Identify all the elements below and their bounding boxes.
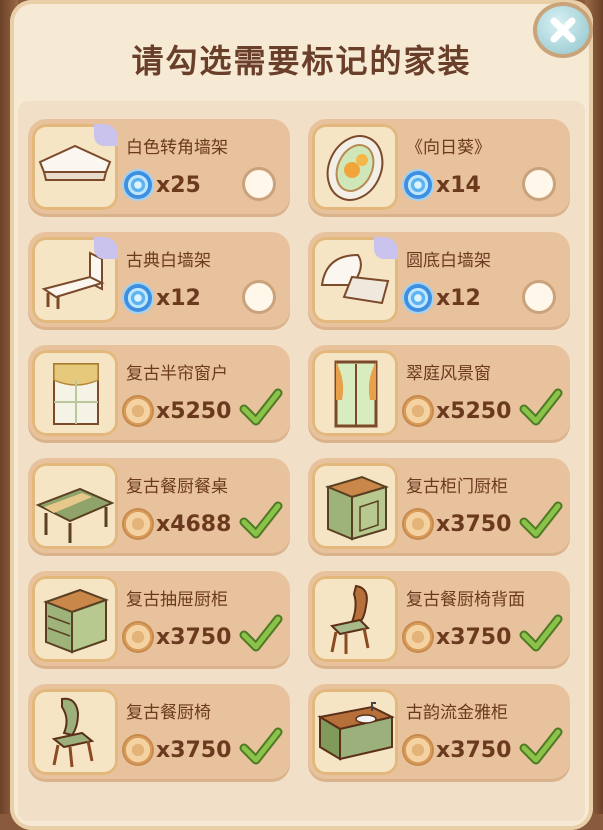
- item-card-7[interactable]: 复古柜门厨柜 x3750: [308, 458, 570, 556]
- item-name: 复古餐厨餐桌: [126, 477, 228, 497]
- dining-table-icon: [32, 463, 118, 549]
- item-price: x12: [156, 285, 201, 311]
- chair-back-icon: [312, 576, 398, 662]
- door-cabinet-icon: [312, 463, 398, 549]
- item-name: 复古柜门厨柜: [406, 477, 508, 497]
- price-row: x4688: [124, 508, 231, 540]
- checkmark-icon[interactable]: [238, 724, 284, 768]
- item-name: 古典白墙架: [126, 251, 211, 271]
- item-price: x5250: [156, 398, 232, 424]
- classic-shelf-icon: [32, 237, 118, 323]
- item-name: 复古餐厨椅背面: [406, 590, 525, 610]
- dialog-title: 请勾选需要标记的家装: [131, 42, 472, 80]
- price-row: x12: [124, 282, 201, 314]
- item-card-9[interactable]: 复古餐厨椅背面 x3750: [308, 571, 570, 669]
- blue-swirl-icon: [124, 171, 152, 199]
- item-price: x3750: [436, 511, 512, 537]
- blue-swirl-icon: [404, 284, 432, 312]
- drawer-cabinet-icon: [32, 576, 118, 662]
- sink-cabinet-icon: [312, 689, 398, 775]
- price-row: x14: [404, 169, 481, 201]
- price-row: x3750: [124, 621, 231, 653]
- price-row: x3750: [124, 734, 231, 766]
- item-price: x5250: [436, 398, 512, 424]
- item-card-2[interactable]: 古典白墙架 x12: [28, 232, 290, 330]
- item-price: x3750: [436, 624, 512, 650]
- item-card-11[interactable]: 古韵流金雅柜 x3750: [308, 684, 570, 782]
- price-row: x3750: [404, 508, 511, 540]
- item-price: x12: [436, 285, 481, 311]
- item-card-0[interactable]: 白色转角墙架 x25: [28, 119, 290, 217]
- scenery-window-icon: [312, 350, 398, 436]
- sunflower-plate-icon: [312, 124, 398, 210]
- gold-coin-icon: [124, 397, 152, 425]
- checkmark-icon[interactable]: [518, 611, 564, 655]
- item-name: 翠庭风景窗: [406, 364, 491, 384]
- round-shelf-icon: [312, 237, 398, 323]
- item-card-5[interactable]: 翠庭风景窗 x5250: [308, 345, 570, 443]
- gold-coin-icon: [404, 736, 432, 764]
- checkmark-icon[interactable]: [518, 385, 564, 429]
- checkmark-icon[interactable]: [518, 498, 564, 542]
- price-row: x5250: [124, 395, 231, 427]
- gold-coin-icon: [124, 736, 152, 764]
- item-price: x3750: [156, 624, 232, 650]
- item-card-4[interactable]: 复古半帘窗户 x5250: [28, 345, 290, 443]
- item-price: x14: [436, 172, 481, 198]
- price-row: x25: [124, 169, 201, 201]
- price-row: x5250: [404, 395, 511, 427]
- select-checkbox[interactable]: [242, 280, 276, 314]
- item-name: 复古半帘窗户: [126, 364, 228, 384]
- price-row: x3750: [404, 734, 511, 766]
- price-row: x12: [404, 282, 481, 314]
- gold-coin-icon: [124, 510, 152, 538]
- item-price: x3750: [156, 737, 232, 763]
- checkmark-icon[interactable]: [238, 498, 284, 542]
- item-price: x25: [156, 172, 201, 198]
- select-checkbox[interactable]: [522, 280, 556, 314]
- item-name: 复古餐厨椅: [126, 703, 211, 723]
- item-name: 《向日葵》: [406, 138, 491, 158]
- item-card-3[interactable]: 圆底白墙架 x12: [308, 232, 570, 330]
- gold-coin-icon: [124, 623, 152, 651]
- gold-coin-icon: [404, 623, 432, 651]
- checkmark-icon[interactable]: [238, 385, 284, 429]
- item-card-10[interactable]: 复古餐厨椅 x3750: [28, 684, 290, 782]
- dining-chair-icon: [32, 689, 118, 775]
- item-name: 圆底白墙架: [406, 251, 491, 271]
- price-row: x3750: [404, 621, 511, 653]
- corner-shelf-icon: [32, 124, 118, 210]
- checkmark-icon[interactable]: [518, 724, 564, 768]
- select-checkbox[interactable]: [242, 167, 276, 201]
- close-icon: [550, 17, 576, 43]
- item-grid: 白色转角墙架 x25 《向日葵》 x14 古典白墙架 x12 圆底白墙架 x12…: [18, 101, 585, 821]
- gold-coin-icon: [404, 510, 432, 538]
- blue-swirl-icon: [124, 284, 152, 312]
- blue-swirl-icon: [404, 171, 432, 199]
- item-card-8[interactable]: 复古抽屉厨柜 x3750: [28, 571, 290, 669]
- item-name: 复古抽屉厨柜: [126, 590, 228, 610]
- checkmark-icon[interactable]: [238, 611, 284, 655]
- item-card-6[interactable]: 复古餐厨餐桌 x4688: [28, 458, 290, 556]
- gold-coin-icon: [404, 397, 432, 425]
- item-price: x3750: [436, 737, 512, 763]
- select-checkbox[interactable]: [522, 167, 556, 201]
- item-price: x4688: [156, 511, 232, 537]
- item-name: 白色转角墙架: [126, 138, 228, 158]
- item-name: 古韵流金雅柜: [406, 703, 508, 723]
- close-button[interactable]: [533, 2, 593, 58]
- half-curtain-window-icon: [32, 350, 118, 436]
- item-card-1[interactable]: 《向日葵》 x14: [308, 119, 570, 217]
